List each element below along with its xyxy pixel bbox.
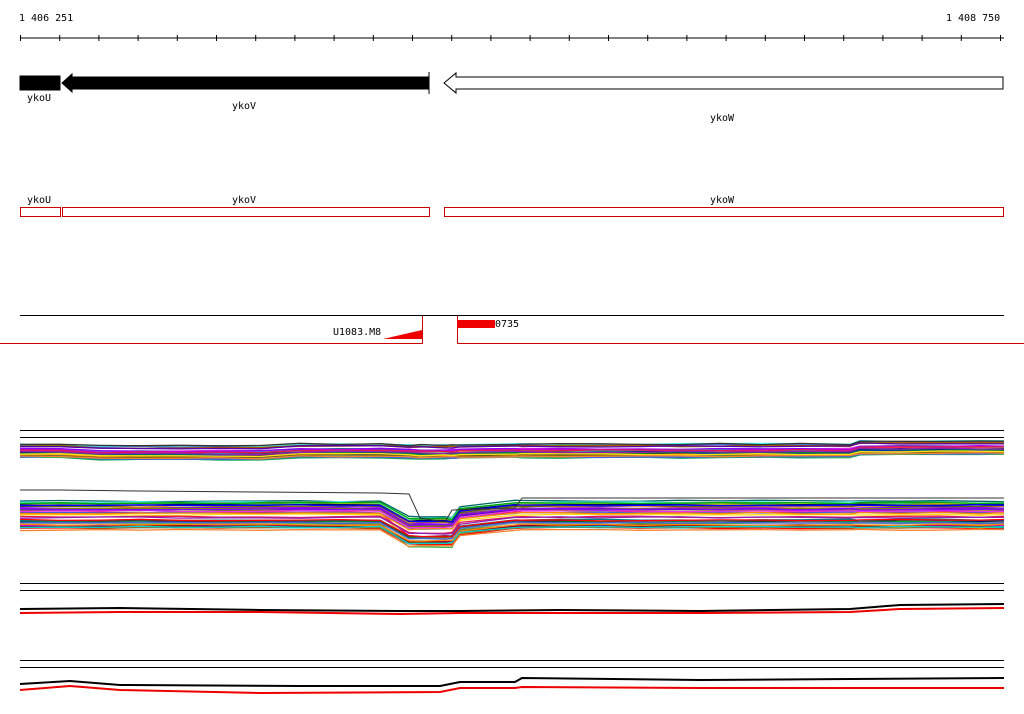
profile-group-2: [19, 489, 1005, 549]
profile-lines-3: [19, 603, 1005, 616]
gene-label-ykoV: ykoV: [231, 101, 257, 112]
profile-lines-1: [19, 439, 1005, 461]
profile-group-1: [19, 430, 1005, 461]
annotation-label-ykoV: ykoV: [231, 195, 257, 206]
gene-arrow-ykoW[interactable]: [443, 71, 1004, 95]
feature-block-right[interactable]: [457, 320, 495, 328]
profile-lines-4: [19, 676, 1005, 695]
genome-browser-view: 1 406 251 1 408 750 ykoU ykoV ykoW ykoU …: [0, 0, 1024, 714]
feature-ramp-left[interactable]: [383, 330, 422, 339]
profile-line-black: [19, 603, 1005, 613]
gene-label-ykoU: ykoU: [26, 93, 52, 104]
profile-lines-2: [19, 489, 1005, 549]
gene-label-ykoW: ykoW: [709, 113, 735, 124]
profile-group-4: [19, 660, 1005, 695]
gene-arrow-ykoV[interactable]: [61, 72, 430, 94]
annotation-label-ykoU: ykoU: [26, 195, 52, 206]
annotation-box-ykoV[interactable]: [62, 207, 430, 217]
annotation-label-ykoW: ykoW: [709, 195, 735, 206]
tracks-canvas: [0, 35, 1024, 695]
feature-label-left: U1083.M8: [333, 327, 382, 338]
gene-arrow-ykoU[interactable]: [19, 75, 61, 91]
annotation-box-ykoW[interactable]: [444, 207, 1004, 217]
coordinate-ruler: [20, 35, 1004, 41]
annotation-box-ykoU[interactable]: [20, 207, 61, 217]
profile-group-3: [19, 583, 1005, 616]
gene-track: [19, 71, 1004, 95]
feature-label-right: 0735: [495, 319, 520, 330]
annotation-track: [20, 207, 1004, 217]
profile-line-black: [19, 676, 1005, 687]
profile-line-red: [19, 684, 1004, 695]
profile-line: [19, 528, 1005, 548]
